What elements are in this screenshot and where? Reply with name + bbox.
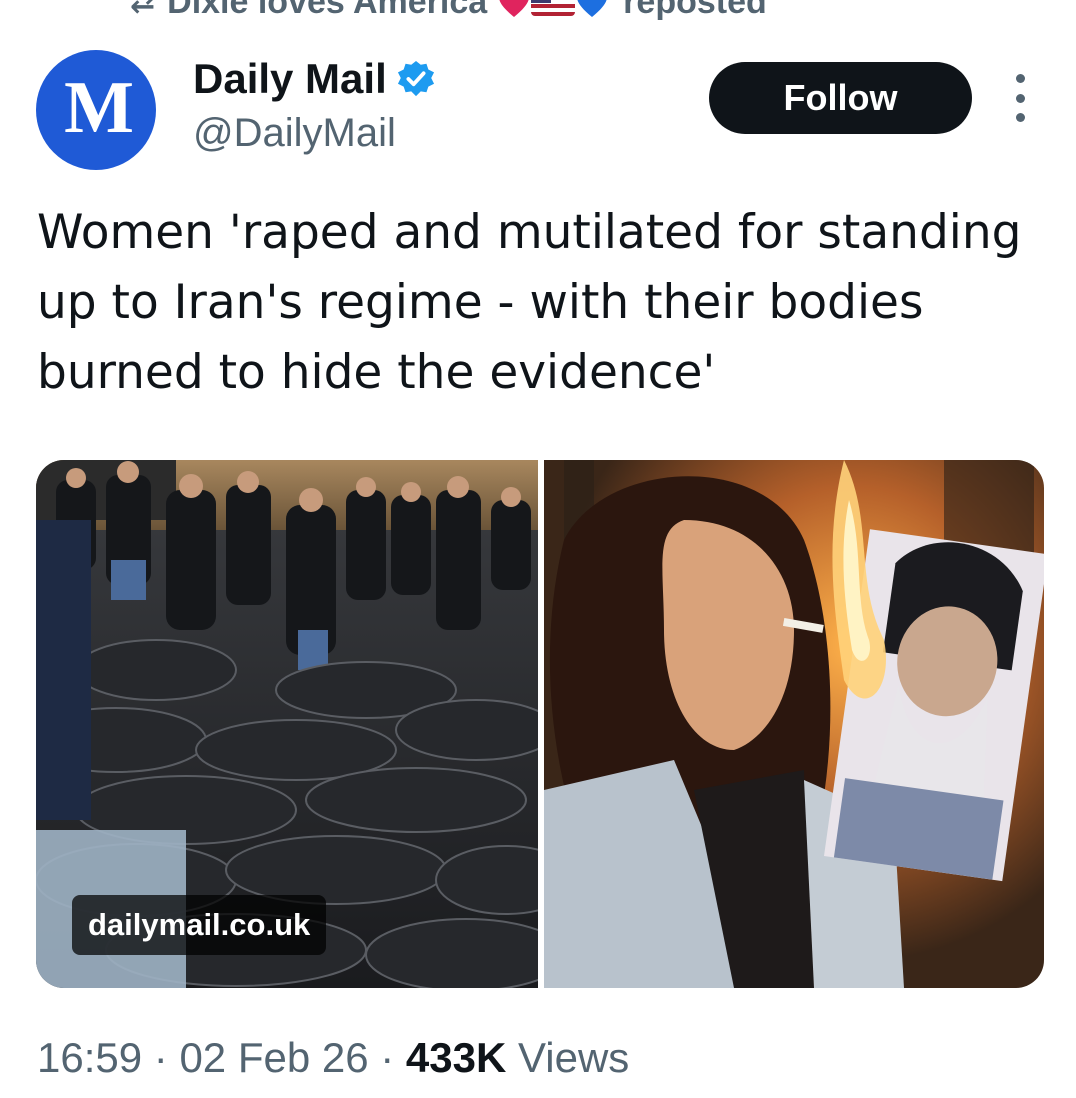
author-info[interactable]: Daily Mail @DailyMail (193, 54, 435, 158)
avatar[interactable]: M (36, 50, 156, 170)
link-domain-badge[interactable]: dailymail.co.uk (72, 895, 327, 955)
repost-icon: ⇄ (130, 0, 156, 19)
more-dot (1015, 113, 1025, 122)
tweet-meta: 16:59 · 02 Feb 26 · 433K Views (37, 1030, 629, 1086)
handle[interactable]: @DailyMail (193, 108, 435, 158)
views-label: Views (518, 1034, 630, 1081)
repost-suffix: reposted (623, 0, 767, 21)
blue-heart-icon (577, 0, 607, 17)
us-flag-icon (531, 0, 576, 16)
protest-photo (544, 460, 1044, 988)
media-image-right[interactable] (544, 460, 1044, 988)
display-name[interactable]: Daily Mail (193, 54, 387, 104)
follow-button[interactable]: Follow (709, 62, 972, 134)
tweet-date[interactable]: 02 Feb 26 (179, 1030, 368, 1086)
tweet-text: Women 'raped and mutilated for standing … (37, 205, 1022, 400)
more-dot (1015, 93, 1025, 103)
more-dot (1015, 74, 1025, 83)
tweet-time[interactable]: 16:59 (37, 1030, 142, 1086)
views-count[interactable]: 433K (406, 1030, 506, 1086)
avatar-logo: M (64, 67, 134, 149)
emoji-group (499, 0, 607, 17)
meta-space (506, 1030, 518, 1086)
red-heart-icon (499, 0, 529, 17)
more-options-icon[interactable] (1004, 74, 1036, 122)
name-row: Daily Mail (193, 54, 435, 104)
verified-badge-icon (397, 60, 435, 98)
repost-banner[interactable]: ⇄ Dixie loves America reposted (130, 0, 767, 22)
repost-user[interactable]: Dixie loves America (167, 0, 487, 22)
meta-separator: · (368, 1034, 406, 1081)
meta-separator: · (142, 1034, 180, 1081)
